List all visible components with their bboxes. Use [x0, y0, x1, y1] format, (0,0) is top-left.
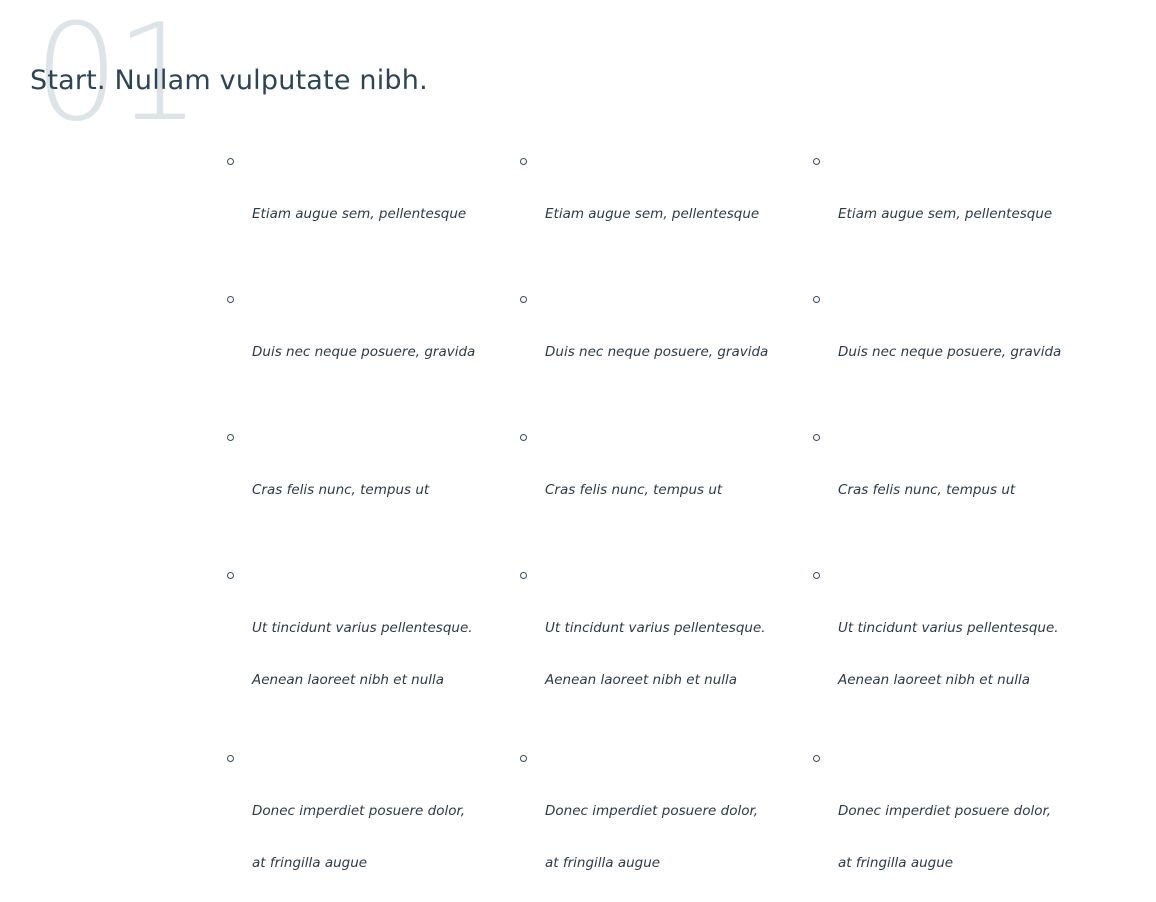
section-title: Start. Nullam vulputate nibh.: [30, 65, 428, 96]
list-item-text: Donec imperdiet posuere dolor,: [545, 803, 759, 819]
list-item: Donec imperdiet posuere dolor, at fringi…: [227, 746, 520, 902]
list-item: Ut tincidunt varius pellentesque. Aenean…: [520, 563, 813, 719]
list-item-text: Etiam augue sem, pellentesque: [252, 206, 467, 222]
list-item: Ut tincidunt varius pellentesque. Aenean…: [227, 563, 520, 719]
list-item-text: Duis nec neque posuere, gravida: [838, 344, 1062, 360]
circle-bullet-icon: [227, 158, 234, 165]
list-item-text: Ut tincidunt varius pellentesque.: [252, 620, 473, 636]
list-item: Etiam augue sem, pellentesque: [813, 149, 1106, 253]
circle-bullet-icon: [520, 755, 527, 762]
list-item-text-continued: Aenean laoreet nibh et nulla: [838, 672, 1031, 688]
circle-bullet-icon: [227, 572, 234, 579]
list-item-text: Donec imperdiet posuere dolor,: [252, 803, 466, 819]
circle-bullet-icon: [520, 434, 527, 441]
list-item-text: Donec imperdiet posuere dolor,: [838, 803, 1052, 819]
feature-column-1: Etiam augue sem, pellentesque Duis nec n…: [227, 149, 520, 902]
circle-bullet-icon: [227, 755, 234, 762]
list-item-text: Duis nec neque posuere, gravida: [545, 344, 769, 360]
list-item-text-continued: at fringilla augue: [252, 855, 368, 871]
list-item: Duis nec neque posuere, gravida: [520, 287, 813, 391]
list-item-text: Etiam augue sem, pellentesque: [545, 206, 760, 222]
list-item: Cras felis nunc, tempus ut: [520, 425, 813, 529]
list-item: Donec imperdiet posuere dolor, at fringi…: [813, 746, 1106, 902]
feature-columns: Etiam augue sem, pellentesque Duis nec n…: [227, 149, 1106, 902]
list-item-text-continued: Aenean laoreet nibh et nulla: [252, 672, 445, 688]
feature-column-2: Etiam augue sem, pellentesque Duis nec n…: [520, 149, 813, 902]
list-item-text-continued: at fringilla augue: [545, 855, 661, 871]
circle-bullet-icon: [520, 572, 527, 579]
list-item-text: Cras felis nunc, tempus ut: [838, 482, 1016, 498]
list-item-text: Cras felis nunc, tempus ut: [545, 482, 723, 498]
list-item: Cras felis nunc, tempus ut: [227, 425, 520, 529]
list-item-text: Cras felis nunc, tempus ut: [252, 482, 430, 498]
list-item-text-continued: Aenean laoreet nibh et nulla: [545, 672, 738, 688]
circle-bullet-icon: [813, 158, 820, 165]
list-item-text: Ut tincidunt varius pellentesque.: [838, 620, 1059, 636]
circle-bullet-icon: [813, 572, 820, 579]
circle-bullet-icon: [520, 296, 527, 303]
list-item: Ut tincidunt varius pellentesque. Aenean…: [813, 563, 1106, 719]
circle-bullet-icon: [227, 296, 234, 303]
list-item-text-continued: at fringilla augue: [838, 855, 954, 871]
feature-column-3: Etiam augue sem, pellentesque Duis nec n…: [813, 149, 1106, 902]
list-item-text: Ut tincidunt varius pellentesque.: [545, 620, 766, 636]
list-item-text: Duis nec neque posuere, gravida: [252, 344, 476, 360]
circle-bullet-icon: [813, 755, 820, 762]
list-item: Donec imperdiet posuere dolor, at fringi…: [520, 746, 813, 902]
circle-bullet-icon: [520, 158, 527, 165]
list-item-text: Etiam augue sem, pellentesque: [838, 206, 1053, 222]
list-item: Duis nec neque posuere, gravida: [813, 287, 1106, 391]
circle-bullet-icon: [227, 434, 234, 441]
circle-bullet-icon: [813, 296, 820, 303]
list-item: Etiam augue sem, pellentesque: [227, 149, 520, 253]
list-item: Cras felis nunc, tempus ut: [813, 425, 1106, 529]
list-item: Etiam augue sem, pellentesque: [520, 149, 813, 253]
circle-bullet-icon: [813, 434, 820, 441]
list-item: Duis nec neque posuere, gravida: [227, 287, 520, 391]
